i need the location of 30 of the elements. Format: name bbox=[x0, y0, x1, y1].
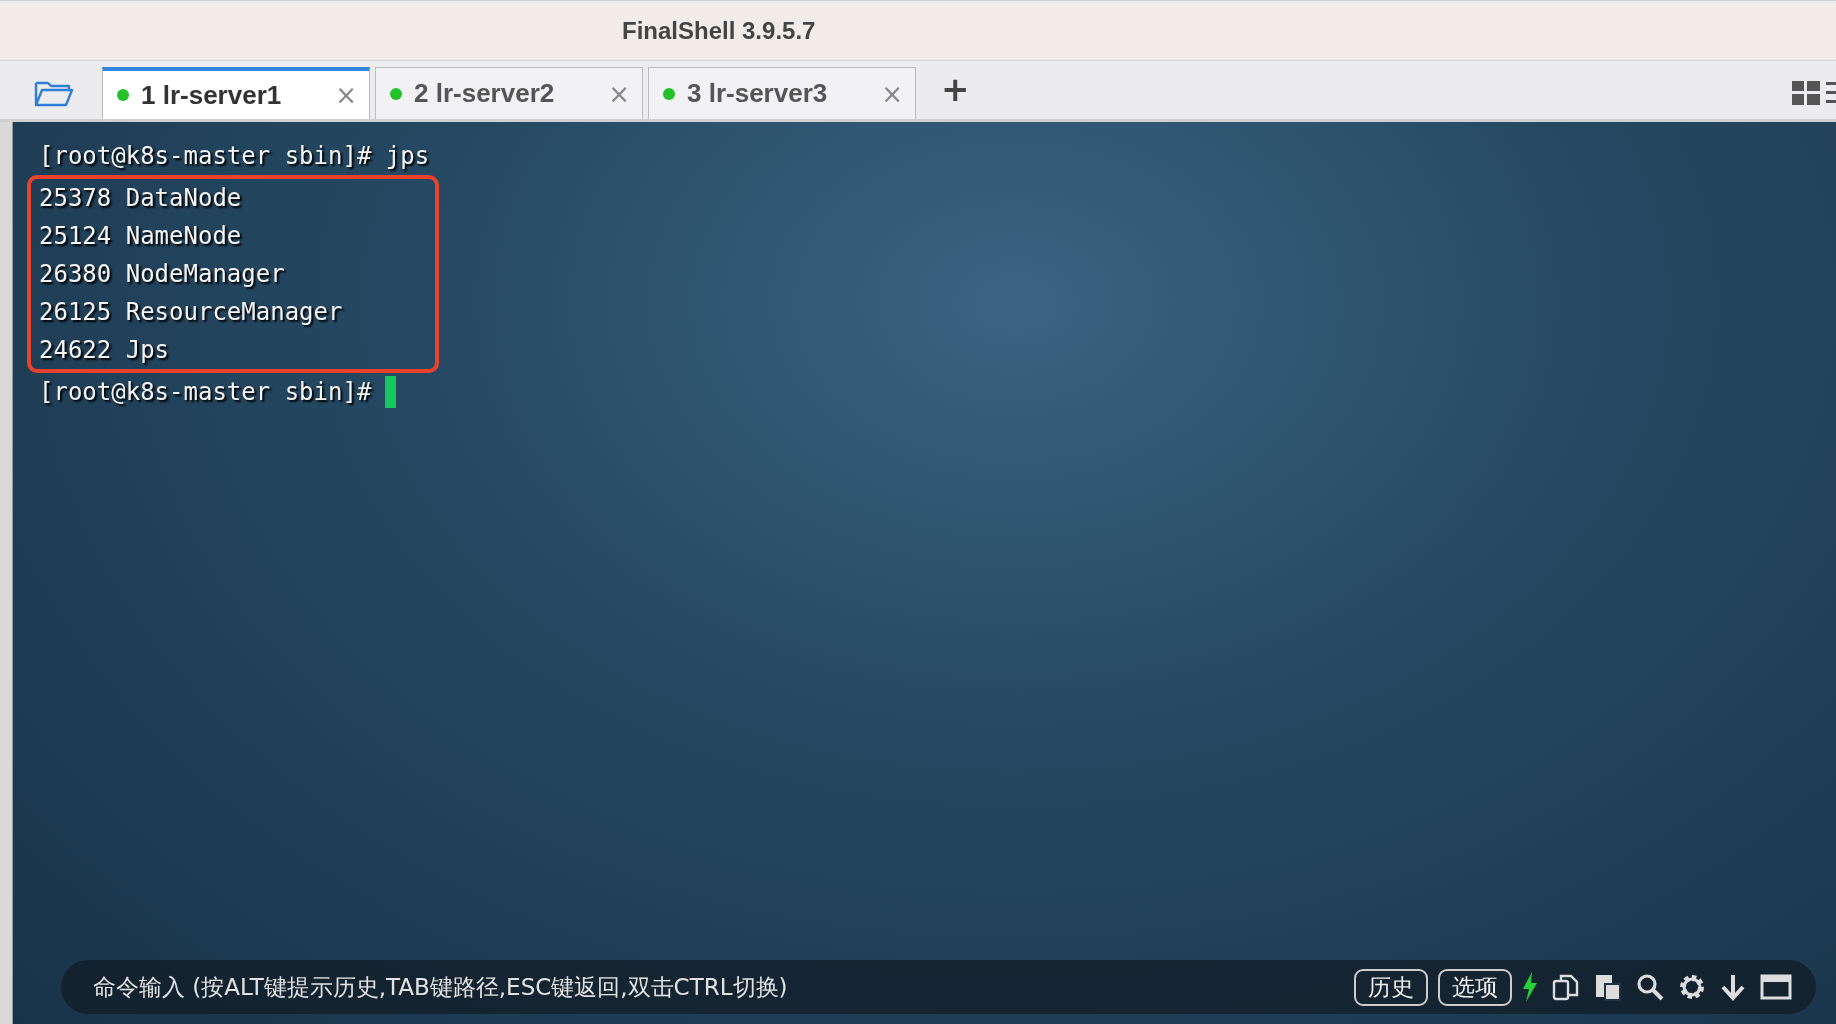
settings-icon[interactable] bbox=[1678, 973, 1706, 1001]
tab-label: 2 lr-server2 bbox=[414, 78, 556, 109]
folder-icon[interactable] bbox=[34, 79, 74, 107]
paste-icon[interactable] bbox=[1594, 973, 1622, 1001]
terminal-line: 26380 NodeManager bbox=[38, 259, 286, 290]
terminal-line: 25124 NameNode bbox=[38, 221, 243, 252]
search-icon[interactable] bbox=[1636, 973, 1664, 1001]
terminal-prompt: [root@k8s-master sbin]# bbox=[38, 377, 372, 408]
session-tab[interactable]: 2 lr-server2 × bbox=[375, 67, 643, 119]
terminal-line: [root@k8s-master sbin]# jps bbox=[38, 141, 431, 172]
tab-label: 1 lr-server1 bbox=[141, 79, 283, 111]
terminal-line: 26125 ResourceManager bbox=[38, 297, 344, 328]
lightning-icon[interactable] bbox=[1522, 972, 1538, 1002]
window-title: FinalShell 3.9.5.7 bbox=[622, 16, 816, 45]
grid-icon[interactable] bbox=[1792, 81, 1820, 105]
copy-icon[interactable] bbox=[1552, 973, 1580, 1001]
close-icon[interactable]: × bbox=[335, 80, 357, 110]
session-tab[interactable]: 1 lr-server1 × bbox=[102, 67, 370, 119]
down-arrow-icon[interactable] bbox=[1720, 973, 1746, 1001]
toolbar-button[interactable]: 历史 bbox=[1354, 968, 1428, 1006]
list-icon[interactable] bbox=[1826, 81, 1836, 105]
tab-label: 3 lr-server3 bbox=[687, 78, 829, 109]
terminal-line: 25378 DataNode bbox=[38, 183, 243, 214]
session-tab[interactable]: 3 lr-server3 × bbox=[648, 67, 916, 119]
command-input-bar[interactable]: 命令输入 (按ALT键提示历史,TAB键路径,ESC键返回,双击CTRL切换) 历史 选项 bbox=[61, 960, 1816, 1014]
new-tab-button[interactable]: + bbox=[941, 69, 970, 109]
terminal-line: 24622 Jps bbox=[38, 335, 171, 366]
command-input[interactable]: 命令输入 (按ALT键提示历史,TAB键路径,ESC键返回,双击CTRL切换) bbox=[91, 973, 1340, 1001]
toolbar-button[interactable]: 选项 bbox=[1438, 968, 1512, 1006]
window-icon[interactable] bbox=[1760, 974, 1792, 1000]
